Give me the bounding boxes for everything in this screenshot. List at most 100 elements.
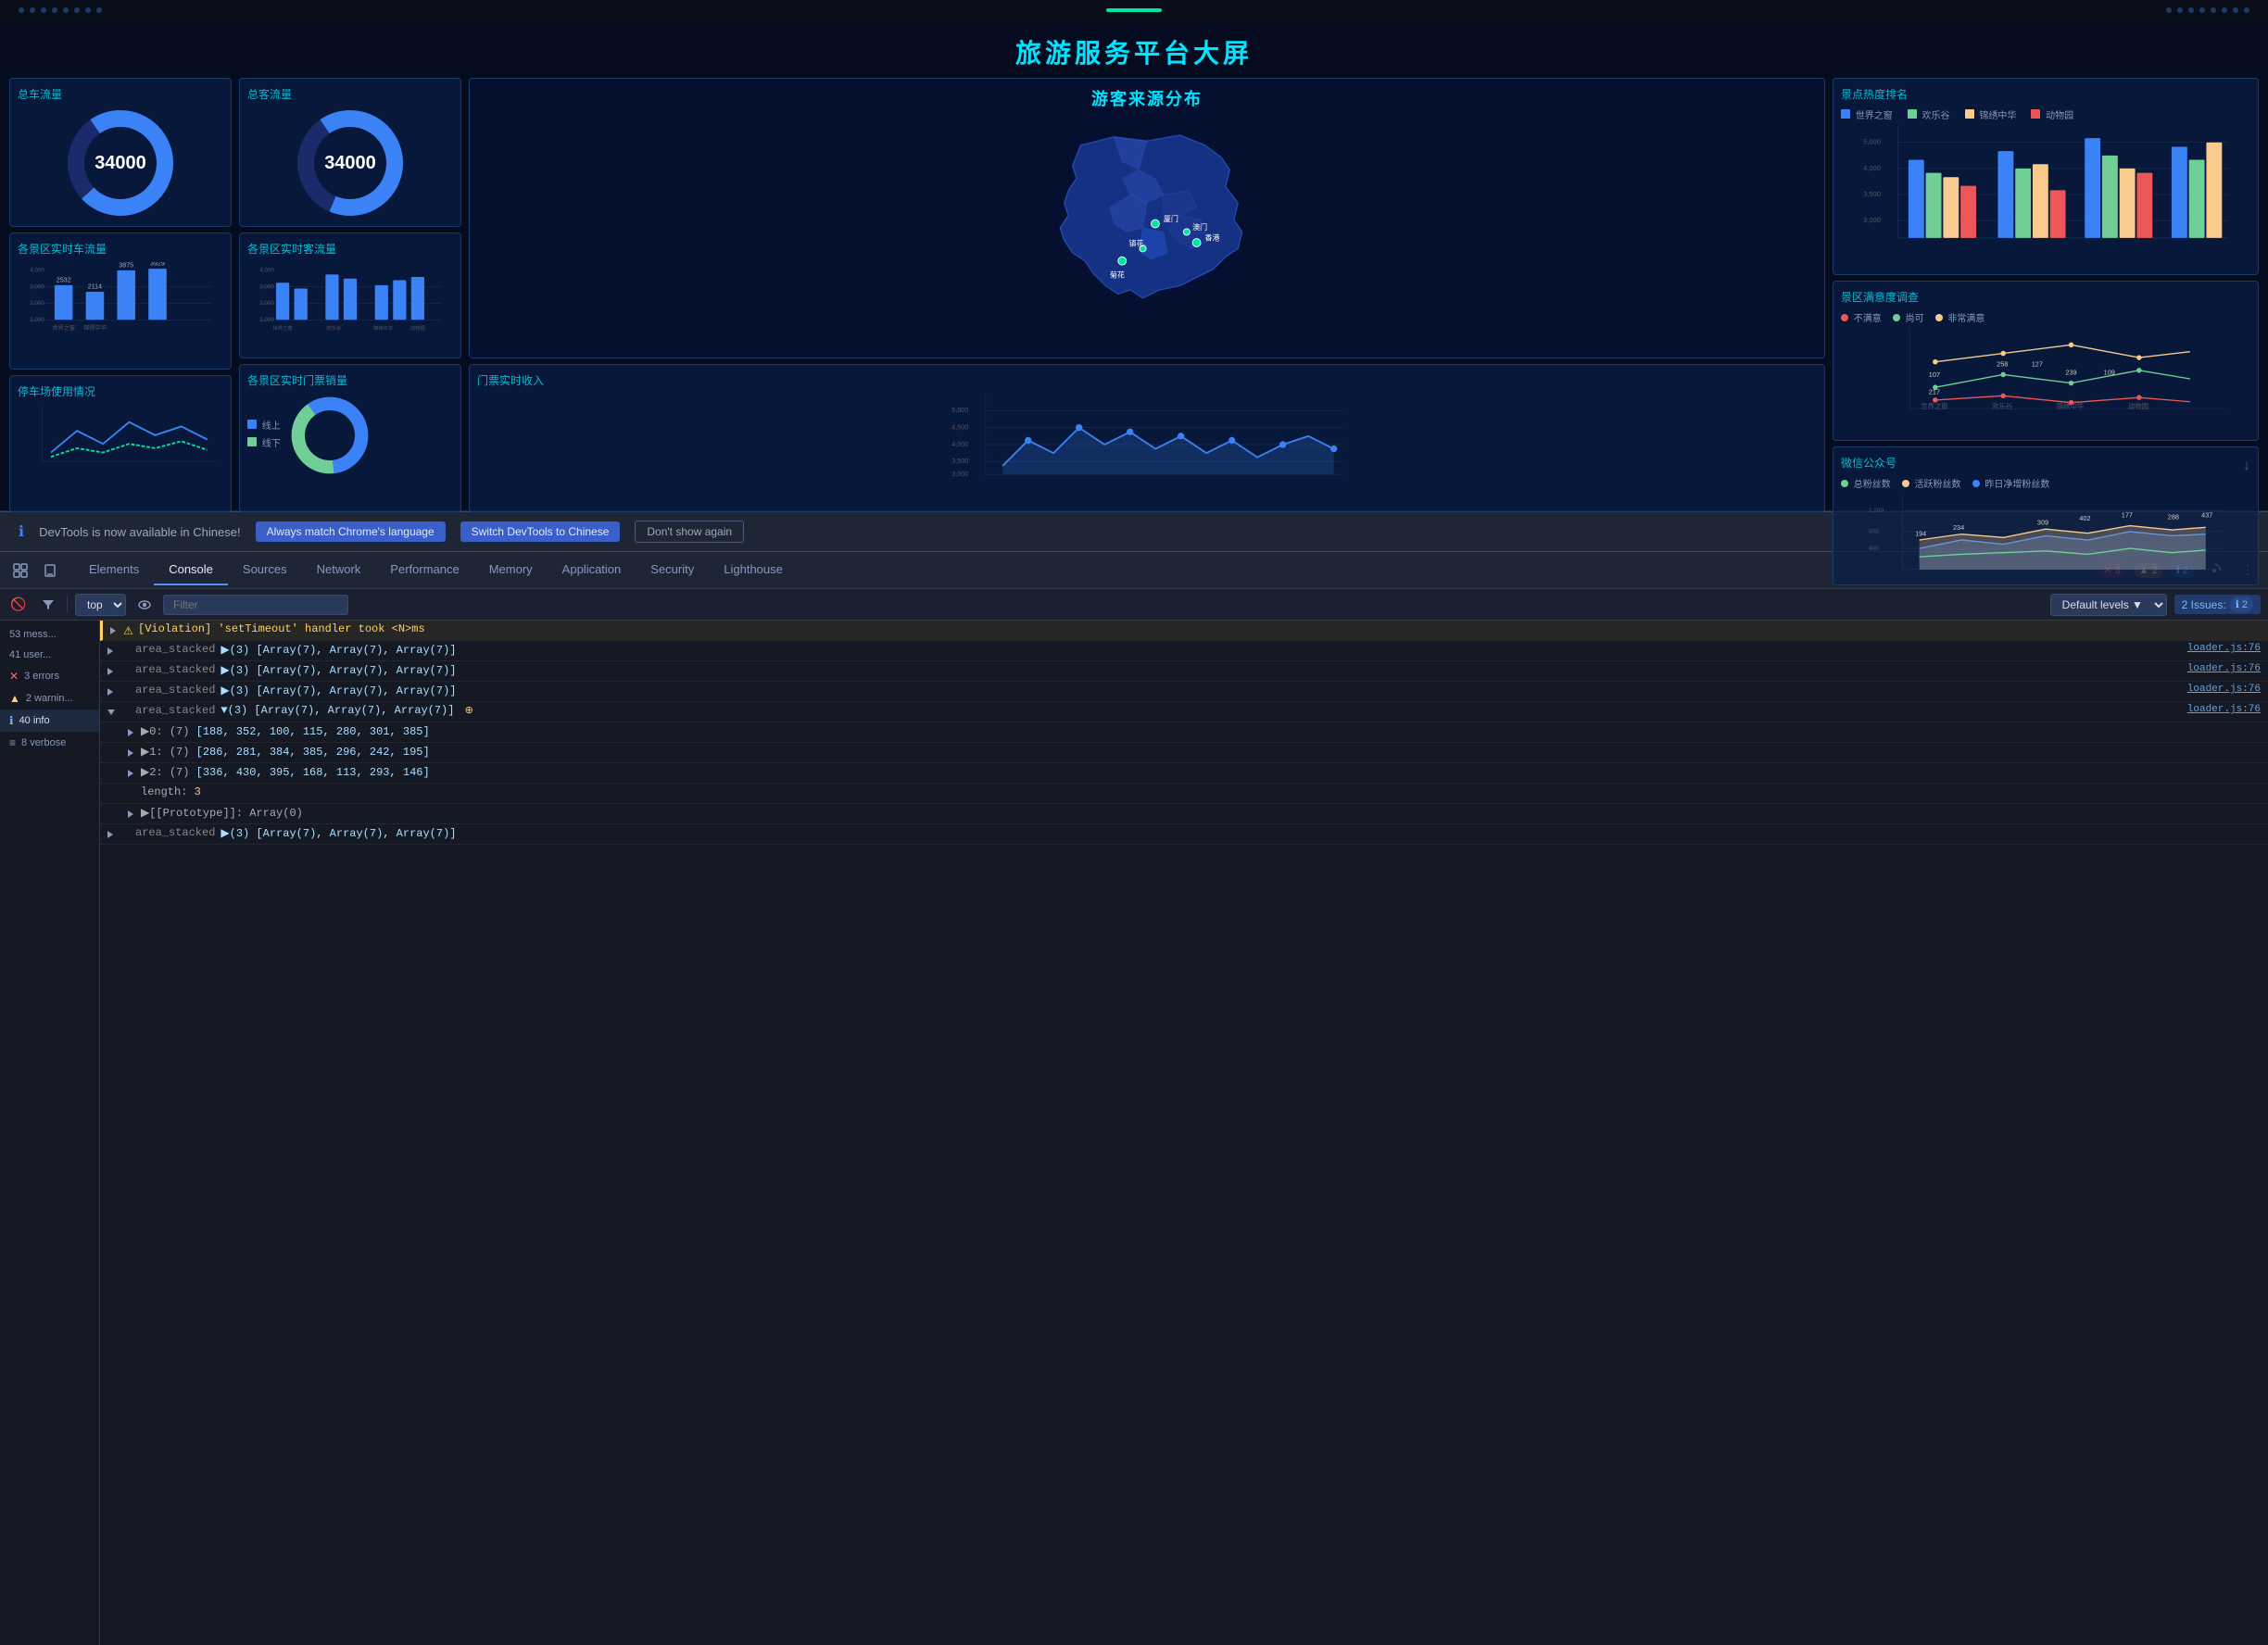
sidebar-item-info[interactable]: ℹ 40 info: [0, 709, 99, 732]
violation-text: [Violation] 'setTimeout' handler took <N…: [138, 622, 425, 635]
console-child-1: ▶1: (7) [286, 281, 384, 385, 296, 242, 1…: [100, 743, 2268, 763]
console-row-violation: ⚠ [Violation] 'setTimeout' handler took …: [100, 621, 2268, 641]
legend-active-fans: 活跃粉丝数: [1902, 476, 1961, 490]
console-row-expanded-header: area_stacked ▼(3) [Array(7), Array(7), A…: [100, 702, 2268, 722]
clear-console-icon[interactable]: 🚫: [7, 594, 30, 616]
svg-text:309: 309: [2037, 519, 2048, 527]
svg-text:欢乐谷: 欢乐谷: [326, 324, 342, 332]
tab-network[interactable]: Network: [302, 555, 376, 585]
msg-exp-header: ▼(3) [Array(7), Array(7), Array(7)] ⊕: [220, 704, 2186, 717]
svg-text:800: 800: [1869, 529, 1879, 535]
sidebar-item-all-messages[interactable]: 53 mess...: [0, 624, 99, 645]
tab-performance[interactable]: Performance: [375, 555, 473, 585]
issues-badge[interactable]: 2 Issues: ℹ 2: [2174, 595, 2261, 614]
tab-console[interactable]: Console: [154, 555, 228, 585]
context-dropdown[interactable]: top: [75, 594, 126, 616]
download-icon[interactable]: ↓: [2243, 458, 2250, 474]
arr-val-exp: ▼(3) [Array(7), Array(7), Array(7)]: [220, 704, 454, 717]
satisfaction-title: 景区满意度调查: [1841, 289, 2250, 305]
link-exp[interactable]: loader.js:76: [2187, 704, 2261, 715]
dashboard-content: 总车流量 34000 各景区实时车流量 1: [0, 78, 2268, 512]
svg-text:1,200: 1,200: [1869, 508, 1884, 514]
console-child-proto: ▶[[Prototype]]: Array(0): [100, 804, 2268, 824]
center-column: 游客来源分布 香港 澳门 厦门: [469, 78, 1825, 512]
svg-text:2532: 2532: [57, 276, 71, 283]
legend-offline-label: 线下: [262, 439, 281, 449]
svg-text:锦绣中华: 锦绣中华: [373, 324, 394, 332]
svg-text:437: 437: [2201, 510, 2212, 519]
child-idx-0: ▶0: (7): [141, 725, 196, 738]
console-row-expanded: area_stacked ▼(3) [Array(7), Array(7), A…: [100, 702, 2268, 824]
proto-text: ▶[[Prototype]]: Array(0): [141, 807, 303, 820]
svg-text:世界之窗: 世界之窗: [52, 324, 75, 332]
match-language-button[interactable]: Always match Chrome's language: [256, 521, 446, 542]
svg-text:澳门: 澳门: [1192, 221, 1207, 231]
console-row-last: area_stacked ▶(3) [Array(7), Array(7), A…: [100, 824, 2268, 845]
expand-2[interactable]: [107, 665, 120, 678]
sidebar-item-user-messages[interactable]: 41 user...: [0, 645, 99, 665]
inspect-icon[interactable]: [7, 558, 33, 584]
tab-memory[interactable]: Memory: [474, 555, 548, 585]
length-val: 3: [195, 785, 201, 798]
legend-sq-online: [247, 420, 257, 429]
child-expand-0[interactable]: [128, 726, 141, 739]
deco-dot: [30, 7, 35, 13]
svg-text:3,000: 3,000: [1863, 216, 1881, 224]
console-row-3: area_stacked ▶(3) [Array(7), Array(7), A…: [100, 682, 2268, 702]
switch-chinese-button[interactable]: Switch DevTools to Chinese: [460, 521, 621, 542]
expand-arrow-violation[interactable]: [110, 624, 123, 637]
realtime-visitor-chart: 1,000 2,000 3,000 4,000 世界之窗 欢乐谷 锦绣中华 动物…: [247, 262, 453, 336]
realtime-visitor-title: 各景区实时客流量: [247, 241, 453, 257]
deco-dot: [2188, 7, 2194, 13]
filter-input[interactable]: [163, 595, 348, 615]
tab-sources[interactable]: Sources: [228, 555, 302, 585]
tab-lighthouse[interactable]: Lighthouse: [709, 555, 798, 585]
expand-last[interactable]: [107, 828, 120, 841]
tab-security[interactable]: Security: [636, 555, 709, 585]
sidebar-item-errors[interactable]: ✕ 3 errors: [0, 665, 99, 687]
link-3[interactable]: loader.js:76: [2187, 684, 2261, 695]
filter-icon[interactable]: [37, 594, 59, 616]
wechat-legend: 总粉丝数 活跃粉丝数 昨日净增粉丝数: [1841, 476, 2250, 490]
console-messages: ⚠ [Violation] 'setTimeout' handler took …: [100, 621, 2268, 1645]
expand-3[interactable]: [107, 685, 120, 698]
tab-elements[interactable]: Elements: [74, 555, 154, 585]
deco-dot: [52, 7, 57, 13]
child-msg-0: ▶0: (7) [188, 352, 100, 115, 280, 301, 3…: [141, 724, 2261, 738]
svg-text:2,000: 2,000: [30, 300, 44, 307]
svg-text:217: 217: [1929, 388, 1940, 396]
source-2: area_stacked: [135, 663, 215, 676]
svg-text:4,000: 4,000: [259, 268, 274, 274]
legend-jin: 锦绣中华: [1965, 107, 2017, 121]
expand-1[interactable]: [107, 645, 120, 658]
verbose-count: 8 verbose: [21, 737, 66, 748]
warning-sidebar-icon: ▲: [9, 692, 20, 705]
link-1[interactable]: loader.js:76: [2187, 643, 2261, 654]
notification-icon: ℹ: [19, 522, 24, 541]
notification-text: DevTools is now available in Chinese!: [39, 525, 241, 539]
deco-dot: [2166, 7, 2172, 13]
child-expand-proto[interactable]: [128, 808, 141, 821]
svg-text:1,000: 1,000: [30, 317, 44, 323]
sidebar-item-verbose[interactable]: ≡ 8 verbose: [0, 732, 99, 754]
svg-text:3,000: 3,000: [30, 283, 44, 290]
link-2[interactable]: loader.js:76: [2187, 663, 2261, 674]
china-map-svg: 香港 澳门 厦门 菊花 镇花: [477, 112, 1817, 344]
child-idx-2: ▶2: (7): [141, 766, 196, 779]
eye-icon[interactable]: [133, 594, 156, 616]
dont-show-button[interactable]: Don't show again: [635, 521, 744, 543]
child-expand-2[interactable]: [128, 767, 141, 780]
arr-val-last: ▶(3) [Array(7), Array(7), Array(7)]: [220, 827, 456, 840]
device-toggle-icon[interactable]: [37, 558, 63, 584]
car-value: 34000: [94, 153, 146, 174]
levels-dropdown[interactable]: Default levels ▼: [2050, 594, 2167, 616]
child-expand-1[interactable]: [128, 747, 141, 760]
legend-happy: 欢乐谷: [1908, 107, 1950, 121]
deco-dot: [2211, 7, 2216, 13]
expand-expanded[interactable]: [107, 706, 120, 719]
tab-application[interactable]: Application: [548, 555, 636, 585]
warnings-count: 2 warnin...: [26, 693, 73, 704]
legend-world: 世界之窗: [1841, 107, 1893, 121]
expand-icon-exp: ⊕: [465, 706, 473, 717]
sidebar-item-warnings[interactable]: ▲ 2 warnin...: [0, 687, 99, 709]
